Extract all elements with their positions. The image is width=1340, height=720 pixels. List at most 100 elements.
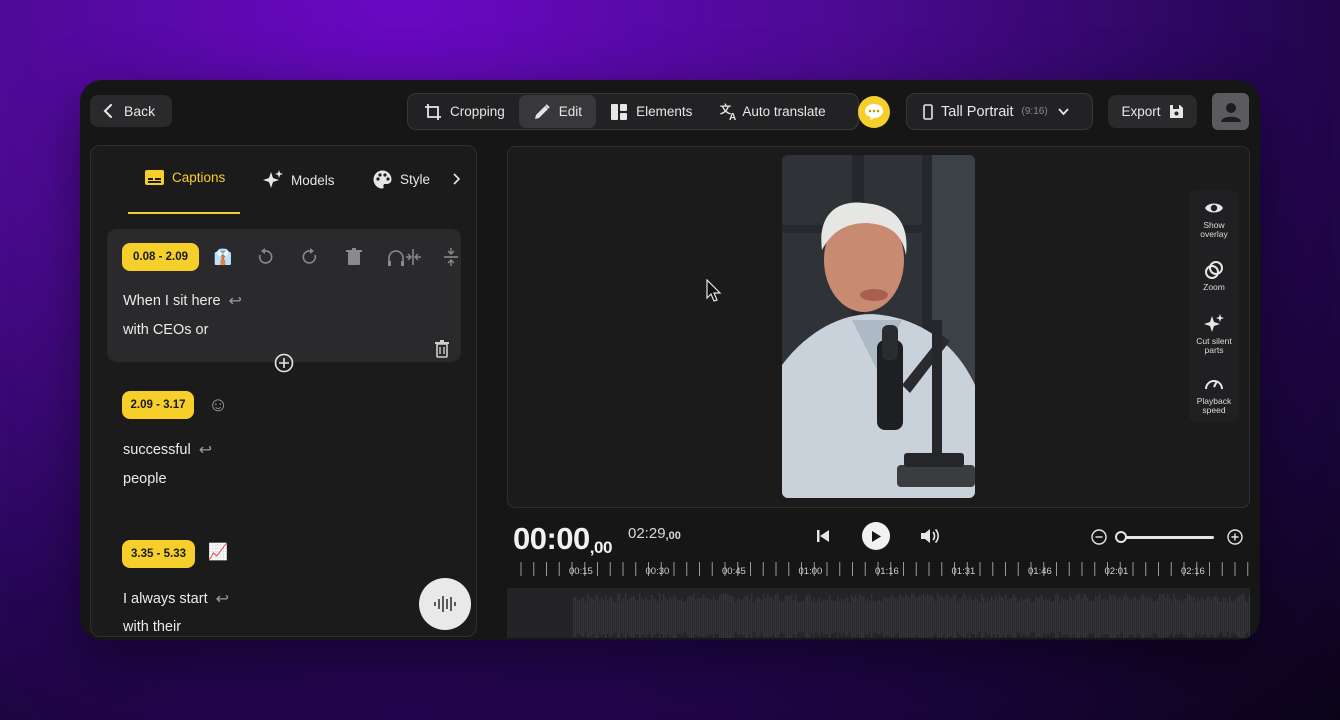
waveform-bar <box>1139 598 1141 636</box>
format-selector[interactable]: Tall Portrait (9:16) <box>906 93 1093 130</box>
format-ratio: (9:16) <box>1021 106 1048 117</box>
waveform-bar <box>881 601 883 633</box>
waveform-bar <box>1233 601 1235 633</box>
caption-line[interactable]: successful ↩ <box>123 440 212 460</box>
audio-waveform[interactable] <box>507 588 1250 638</box>
chat-button[interactable] <box>858 96 890 128</box>
timeline[interactable]: 00:15 00:30 00:45 01:00 01:16 01:31 01:46 02:01… <box>507 556 1250 638</box>
chevron-left-icon <box>103 104 112 118</box>
timeline-zoom-slider[interactable] <box>1120 536 1214 539</box>
waveform-bar <box>605 595 607 638</box>
cut-silent-parts-button[interactable]: Cut silent parts <box>1189 314 1239 355</box>
caption-line[interactable]: people <box>123 471 167 487</box>
waveform-bar <box>781 601 783 633</box>
waveform-bar <box>735 601 737 633</box>
caption-time-chip[interactable]: 3.35 - 5.33 <box>122 540 195 568</box>
undo-icon[interactable] <box>255 247 275 267</box>
caption-line-text: successful <box>123 442 191 458</box>
timeline-tick-label: 01:31 <box>951 566 976 577</box>
back-button[interactable]: Back <box>90 95 172 127</box>
caption-item[interactable]: 2.09 - 3.17 ☺ successful ↩ people <box>107 378 461 498</box>
caption-time-chip[interactable]: 0.08 - 2.09 <box>122 243 199 271</box>
waveform-bar <box>777 593 779 638</box>
split-icon[interactable] <box>387 247 423 267</box>
captions-panel: Captions Models Style 0.08 - 2.09 👔 When… <box>90 145 477 637</box>
line-break-icon[interactable]: ↩ <box>229 291 242 311</box>
zoom-out-icon[interactable] <box>1091 529 1107 545</box>
waveform-bar <box>967 600 969 634</box>
chart-emoji-icon[interactable]: 📈 <box>208 542 228 562</box>
waveform-bar <box>1127 596 1129 638</box>
delete-line-icon[interactable] <box>432 339 452 359</box>
waveform-bar <box>1169 598 1171 636</box>
caption-item[interactable]: 3.35 - 5.33 📈 I always start ↩ with thei… <box>107 527 461 636</box>
waveform-bar <box>1219 601 1221 633</box>
tab-auto-translate-label: Auto translate <box>742 104 826 119</box>
play-button[interactable] <box>862 522 890 550</box>
waveform-bar <box>903 597 905 637</box>
waveform-bar <box>651 595 653 638</box>
video-frame[interactable] <box>782 155 975 498</box>
waveform-bar <box>691 596 693 638</box>
shirt-emoji-icon[interactable]: 👔 <box>213 247 233 267</box>
format-label: Tall Portrait <box>941 103 1014 120</box>
caption-line[interactable]: with CEOs or <box>123 322 208 338</box>
waveform-bar <box>635 599 637 635</box>
waveform-bar <box>999 593 1001 638</box>
waveform-bar <box>1047 599 1049 635</box>
export-button[interactable]: Export <box>1108 95 1197 128</box>
timeline-tick-label: 00:15 <box>569 566 593 577</box>
tab-cropping[interactable]: Cropping <box>410 95 519 128</box>
zoom-button[interactable]: Zoom <box>1189 260 1239 292</box>
waveform-bar <box>1133 596 1135 638</box>
waveform-bar <box>1067 599 1069 635</box>
trash-icon[interactable] <box>344 247 364 267</box>
playback-speed-button[interactable]: Playback speed <box>1189 374 1239 415</box>
caption-item[interactable]: 0.08 - 2.09 👔 When I sit here ↩ with CEO… <box>107 229 461 362</box>
smile-emoji-icon[interactable]: ☺ <box>208 394 228 417</box>
line-break-icon[interactable]: ↩ <box>199 440 212 460</box>
waveform-bar <box>863 596 865 638</box>
tab-auto-translate[interactable]: 文A Auto translate <box>706 95 839 128</box>
waveform-bar <box>1113 594 1115 638</box>
tab-models[interactable]: Models <box>263 170 335 190</box>
waveform-bar <box>1157 598 1159 636</box>
zoom-in-icon[interactable] <box>1227 529 1243 545</box>
waveform-bar <box>1177 599 1179 635</box>
caption-line[interactable]: I always start ↩ <box>123 589 229 609</box>
waveform-bar <box>715 600 717 634</box>
waveform-bar <box>809 594 811 638</box>
caption-time-chip[interactable]: 2.09 - 3.17 <box>122 391 194 419</box>
timeline-zoom-handle[interactable] <box>1115 531 1127 543</box>
waveform-bar <box>1129 598 1131 636</box>
add-caption-icon[interactable] <box>274 353 294 373</box>
volume-icon[interactable] <box>920 527 940 545</box>
redo-icon[interactable] <box>300 247 320 267</box>
waveform-bar <box>661 599 663 635</box>
user-avatar[interactable] <box>1212 93 1249 130</box>
tab-edit[interactable]: Edit <box>518 95 597 128</box>
waveform-bar <box>887 598 889 636</box>
skip-back-icon[interactable] <box>815 528 831 544</box>
show-overlay-button[interactable]: Show overlay <box>1189 198 1239 239</box>
chevron-right-icon[interactable] <box>452 173 461 185</box>
tab-style[interactable]: Style <box>373 170 430 189</box>
waveform-bar <box>1099 593 1101 638</box>
caption-line[interactable]: When I sit here ↩ <box>123 291 242 311</box>
waveform-bar <box>1035 595 1037 638</box>
waveform-bar <box>989 600 991 634</box>
merge-icon[interactable] <box>441 247 461 267</box>
tab-captions[interactable]: Captions <box>145 170 225 185</box>
waveform-bar <box>1121 600 1123 634</box>
save-icon <box>1169 105 1183 118</box>
waveform-bar <box>835 601 837 633</box>
line-break-icon[interactable]: ↩ <box>216 589 229 609</box>
waveform-bar <box>991 596 993 638</box>
voice-record-button[interactable] <box>419 578 471 630</box>
waveform-bar <box>767 594 769 638</box>
waveform-bar <box>909 597 911 637</box>
waveform-bar <box>959 598 961 636</box>
waveform-bar <box>865 599 867 635</box>
tab-elements[interactable]: Elements <box>596 95 706 128</box>
caption-line[interactable]: with their <box>123 619 181 635</box>
